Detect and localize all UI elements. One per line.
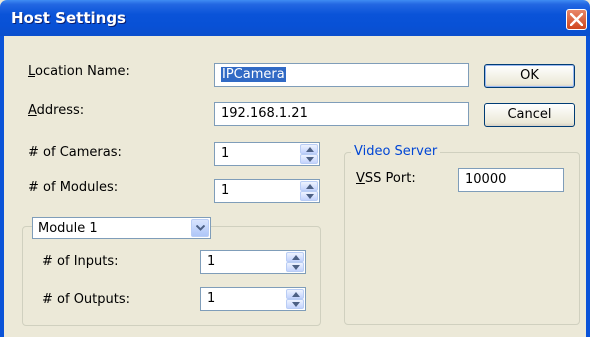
close-icon [570,13,583,26]
modules-down-button[interactable] [300,191,318,201]
address-value: 192.168.1.21 [221,106,308,121]
video-server-group-label: Video Server [351,144,441,159]
cameras-label: # of Cameras: [28,145,122,160]
vss-port-label: VSS Port: [356,171,416,186]
location-name-label: Location Name: [28,64,130,79]
cameras-value: 1 [221,146,230,161]
modules-spinner[interactable]: 1 [214,179,320,203]
location-name-input[interactable]: IPCamera [214,63,469,87]
dialog-body: Location Name: IPCamera Address: 192.168… [4,36,586,337]
arrow-down-icon [306,157,314,162]
module-group [22,226,321,326]
outputs-down-button[interactable] [286,299,304,309]
address-label: Address: [28,103,85,118]
modules-label: # of Modules: [28,180,119,195]
cameras-spinner[interactable]: 1 [214,142,320,166]
cameras-down-button[interactable] [300,154,318,164]
inputs-down-button[interactable] [286,262,304,272]
arrow-down-icon [306,194,314,199]
inputs-value: 1 [207,254,216,269]
vss-port-input[interactable]: 10000 [458,168,564,192]
ok-button[interactable]: OK [484,64,575,88]
module-dropdown-button[interactable] [191,219,209,237]
arrow-up-icon [292,255,300,260]
arrow-up-icon [292,292,300,297]
outputs-spinner[interactable]: 1 [200,287,306,311]
cameras-up-button[interactable] [300,144,318,154]
chevron-down-icon [196,225,205,231]
inputs-up-button[interactable] [286,252,304,262]
title-bar[interactable]: Host Settings [0,0,590,36]
arrow-up-icon [306,147,314,152]
outputs-value: 1 [207,291,216,306]
outputs-up-button[interactable] [286,289,304,299]
modules-value: 1 [221,183,230,198]
host-settings-window: Host Settings Location Name: IPCamera Ad… [0,0,590,337]
arrow-up-icon [306,184,314,189]
module-select[interactable]: Module 1 [32,217,211,239]
address-input[interactable]: 192.168.1.21 [214,102,469,126]
close-button[interactable] [566,9,587,30]
window-border-right [586,36,590,337]
inputs-label: # of Inputs: [42,254,119,269]
arrow-down-icon [292,265,300,270]
cancel-button[interactable]: Cancel [484,103,575,127]
modules-up-button[interactable] [300,181,318,191]
location-name-value: IPCamera [221,67,286,82]
outputs-label: # of Outputs: [42,292,130,307]
window-title: Host Settings [11,9,126,27]
inputs-spinner[interactable]: 1 [200,250,306,274]
module-select-value: Module 1 [38,221,98,236]
vss-port-value: 10000 [465,172,507,187]
arrow-down-icon [292,302,300,307]
